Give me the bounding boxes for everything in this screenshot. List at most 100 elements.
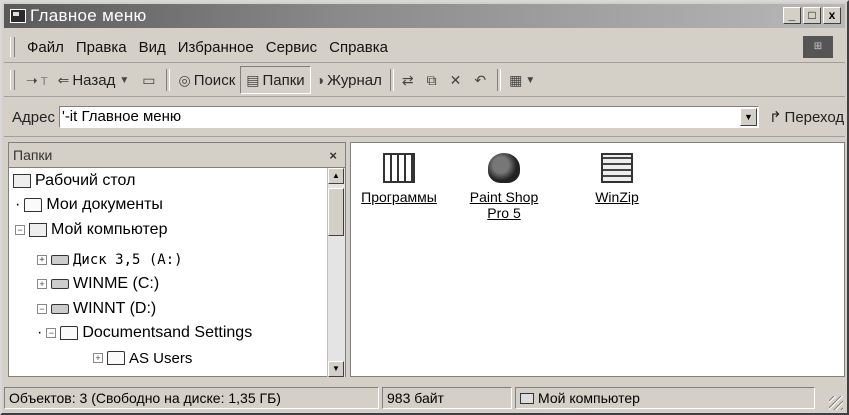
tree-item-as-users[interactable]: + AS Users	[93, 346, 192, 370]
go-arrow-icon: ↱	[768, 109, 782, 126]
tree-item-label: AS Users	[129, 349, 193, 367]
collapse-icon[interactable]: −	[15, 225, 25, 235]
item-label-line1: Paint Shop	[469, 189, 539, 205]
folder-tree-scrollbar[interactable]: ▲ ▼	[327, 168, 345, 377]
folder-icon	[60, 326, 79, 340]
my-documents-icon	[24, 198, 43, 212]
menu-help[interactable]: Справка	[323, 39, 394, 56]
calendar-folder-icon	[383, 153, 415, 183]
address-bar: Адрес '-it Главное меню ▼ ↱ Переход	[4, 98, 845, 137]
folder-tree: Рабочий стол · Мои документы − Мой компь…	[9, 168, 345, 377]
collapse-icon[interactable]: −	[37, 304, 47, 314]
close-button[interactable]: x	[823, 7, 841, 24]
scroll-thumb[interactable]	[328, 188, 344, 236]
undo-icon: ↶	[474, 71, 487, 88]
tree-item-label: WINME (C:)	[73, 275, 160, 292]
resize-grip[interactable]	[829, 396, 843, 410]
chevron-down-icon: ▼	[525, 74, 536, 86]
minimize-button[interactable]: _	[783, 7, 801, 24]
expand-icon[interactable]: +	[37, 279, 47, 289]
item-paint-shop-pro[interactable]: Paint Shop Pro 5	[464, 153, 544, 221]
hard-drive-icon	[51, 304, 69, 314]
title-bar: Главное меню _ □ x	[4, 4, 845, 28]
folders-pane: Папки × Рабочий стол · Мои документы − М…	[8, 142, 346, 377]
tree-item-floppy[interactable]: + Диск 3,5 (A:)	[37, 248, 183, 272]
back-arrow-icon: ⇐	[57, 71, 70, 88]
copy-to-button[interactable]: ⧉	[422, 67, 445, 93]
search-icon: ◎	[178, 71, 191, 88]
tree-item-label: Documentsand Settings	[82, 324, 253, 341]
hard-drive-icon	[51, 279, 69, 289]
explorer-window: Главное меню _ □ x Файл Правка Вид Избра…	[0, 0, 849, 415]
back-button[interactable]: ⇐ Назад ▼	[53, 67, 138, 93]
folders-pane-header: Папки ×	[9, 143, 345, 168]
winzip-icon	[601, 153, 633, 183]
folder-icon	[107, 351, 125, 365]
delete-icon: ✕	[449, 71, 462, 88]
palette-icon	[488, 153, 520, 183]
standard-toolbar: ➝ т ⇐ Назад ▼ ▭ ◎ Поиск ▤ Папки ◑ Журнал…	[4, 64, 845, 97]
tree-item-my-documents[interactable]: · Мои документы	[15, 193, 163, 217]
history-button[interactable]: ◑ Журнал	[311, 67, 387, 93]
tree-item-label: Рабочий стол	[35, 172, 136, 189]
tree-item-documents-and-settings[interactable]: · − Documentsand Settings	[37, 321, 252, 345]
search-button[interactable]: ◎ Поиск	[173, 67, 240, 93]
menu-tools[interactable]: Сервис	[260, 39, 323, 56]
tree-line-dot: ·	[15, 196, 21, 213]
forward-button[interactable]: ➝ т	[21, 67, 53, 93]
views-button[interactable]: ▦ ▼	[504, 67, 543, 93]
move-to-button[interactable]: ⇄	[397, 67, 422, 93]
scroll-up-button[interactable]: ▲	[328, 168, 344, 184]
menu-edit[interactable]: Правка	[70, 39, 133, 56]
menu-file[interactable]: Файл	[21, 39, 70, 56]
status-zone: Мой компьютер	[515, 387, 815, 409]
tree-item-my-computer[interactable]: − Мой компьютер	[15, 218, 167, 242]
toolbar-grip[interactable]	[10, 70, 15, 90]
go-button[interactable]: ↱ Переход	[768, 108, 844, 127]
expand-icon[interactable]: +	[37, 255, 47, 265]
expand-icon[interactable]: +	[93, 353, 103, 363]
tree-item-label: Диск 3,5 (A:)	[73, 252, 183, 268]
toolbar-separator	[497, 69, 502, 91]
history-icon: ◑	[315, 72, 325, 88]
my-computer-icon	[520, 393, 534, 404]
window-icon[interactable]	[10, 9, 26, 23]
windows-logo-icon: ⊞	[803, 36, 833, 58]
tree-item-desktop[interactable]: Рабочий стол	[13, 169, 135, 193]
tree-item-label: Мой компьютер	[51, 221, 168, 238]
scroll-down-button[interactable]: ▼	[328, 361, 344, 377]
folders-button[interactable]: ▤ Папки	[240, 66, 311, 94]
item-label: Программы	[361, 189, 437, 205]
address-dropdown-button[interactable]: ▼	[739, 108, 757, 126]
up-button[interactable]: ▭	[137, 67, 163, 93]
item-label: WinZip	[595, 189, 639, 205]
views-icon: ▦	[509, 71, 523, 88]
menu-favorites[interactable]: Избранное	[172, 39, 260, 56]
delete-button[interactable]: ✕	[445, 67, 470, 93]
folders-label: Папки	[262, 71, 305, 89]
chevron-down-icon[interactable]: ▼	[119, 75, 129, 86]
item-programs[interactable]: Программы	[359, 153, 439, 205]
toolbar-separator	[166, 69, 171, 91]
desktop-icon	[13, 174, 31, 188]
history-label: Журнал	[327, 71, 382, 89]
maximize-button[interactable]: □	[803, 7, 821, 24]
folders-icon: ▤	[246, 71, 260, 88]
close-icon[interactable]: ×	[329, 148, 337, 163]
menu-view[interactable]: Вид	[133, 39, 172, 56]
collapse-icon[interactable]: −	[46, 328, 57, 338]
menubar-grip[interactable]	[10, 37, 15, 57]
folder-up-icon: ▭	[142, 71, 156, 88]
copy-to-icon: ⧉	[426, 71, 437, 88]
tree-item-drive-d[interactable]: − WINNT (D:)	[37, 297, 156, 321]
address-value: '-it Главное меню	[61, 108, 182, 125]
status-object-count: Объектов: 3 (Свободно на диске: 1,35 ГБ)	[4, 387, 379, 409]
search-label: Поиск	[193, 71, 236, 89]
address-input[interactable]: '-it Главное меню ▼	[58, 106, 759, 128]
status-size: 983 байт	[382, 387, 512, 409]
item-winzip[interactable]: WinZip	[577, 153, 657, 205]
undo-button[interactable]: ↶	[469, 67, 494, 93]
window-controls: _ □ x	[783, 7, 841, 24]
status-location: Мой компьютер	[538, 390, 640, 406]
tree-item-drive-c[interactable]: + WINME (C:)	[37, 272, 159, 296]
